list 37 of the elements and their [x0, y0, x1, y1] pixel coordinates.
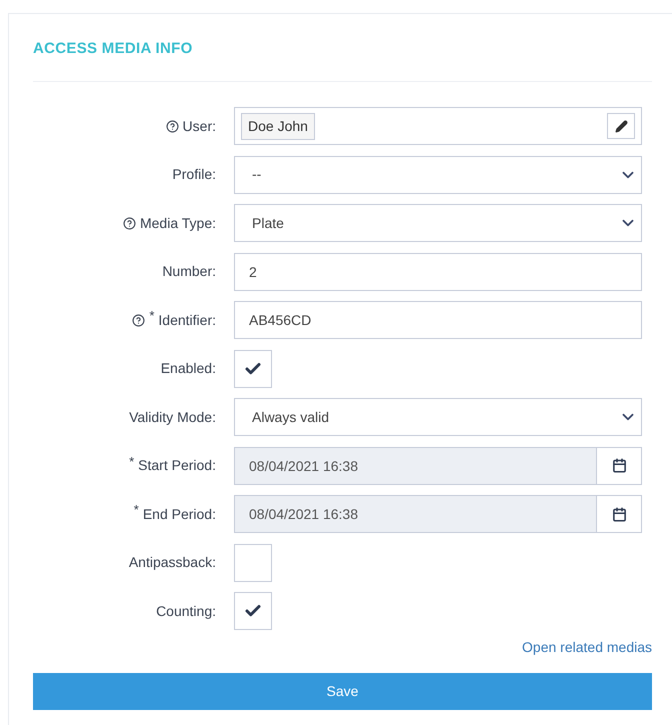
field-label: Profile: — [172, 165, 216, 184]
field-label: Number: — [162, 262, 216, 281]
pencil-icon — [614, 120, 628, 132]
related-medias-link[interactable]: Open related medias — [522, 637, 652, 658]
calendar-button[interactable] — [597, 446, 642, 484]
user-chip: Doe John — [241, 112, 315, 140]
field-label: Identifier: — [158, 310, 216, 330]
calendar-icon — [612, 506, 626, 522]
field-label: Start Period: — [138, 456, 216, 475]
checkbox[interactable] — [234, 350, 272, 388]
field-label: End Period: — [142, 504, 216, 524]
edit-button[interactable] — [607, 113, 635, 139]
required-mark: * — [129, 452, 134, 471]
field-label: Counting: — [156, 602, 216, 621]
required-mark: * — [134, 501, 139, 520]
help-icon[interactable] — [132, 314, 146, 326]
input-field[interactable]: 2 — [234, 252, 642, 290]
checkbox[interactable] — [234, 544, 272, 582]
section-title: ACCESS MEDIA INFO — [33, 39, 194, 59]
select-field[interactable]: -- — [234, 156, 642, 194]
required-mark: * — [149, 307, 154, 326]
date-field[interactable]: 08/04/2021 16:38 — [234, 446, 597, 484]
calendar-button[interactable] — [597, 495, 642, 533]
user-field[interactable]: Doe John — [234, 107, 642, 145]
help-icon[interactable] — [122, 216, 136, 230]
field-label: Media Type: — [140, 214, 216, 233]
help-icon[interactable] — [166, 120, 179, 132]
field-label: Enabled: — [160, 359, 216, 378]
date-field[interactable]: 08/04/2021 16:38 — [234, 495, 597, 533]
input-field[interactable]: AB456CD — [234, 301, 642, 339]
select-field[interactable]: Plate — [234, 204, 642, 242]
select-field[interactable]: Always valid — [234, 398, 642, 436]
field-label: User: — [182, 116, 216, 136]
calendar-icon — [612, 458, 626, 473]
field-label: Antipassback: — [128, 553, 216, 572]
checkbox[interactable] — [234, 592, 272, 630]
field-label: Validity Mode: — [129, 408, 216, 427]
